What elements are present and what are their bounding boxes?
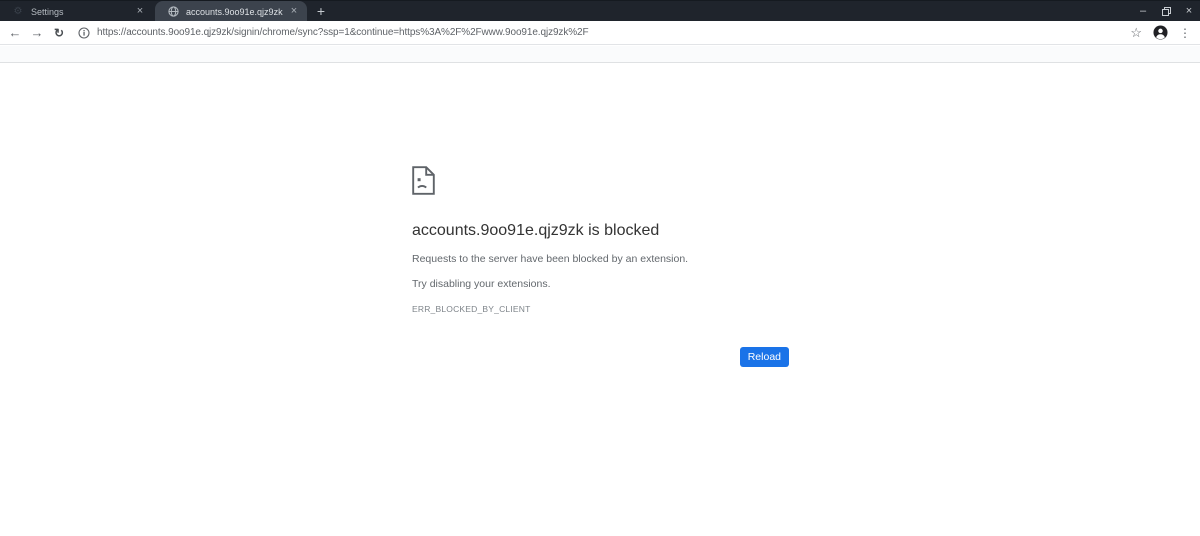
error-message: Requests to the server have been blocked… bbox=[412, 253, 689, 265]
toolbar-actions: ☆ ⋮ bbox=[1130, 25, 1191, 40]
reload-page-button[interactable]: Reload bbox=[739, 347, 789, 367]
address-bar[interactable]: https://accounts.9oo91e.qjz9zk/signin/ch… bbox=[97, 27, 1130, 38]
error-title: accounts.9oo91e.qjz9zk is blocked bbox=[412, 222, 660, 239]
toolbar: ← → ↻ https://accounts.9oo91e.qjz9zk/sig… bbox=[0, 21, 1200, 45]
tab-strip: ⚙ Settings × accounts.9oo91e.qjz9zk × + … bbox=[0, 0, 1200, 22]
error-content: accounts.9oo91e.qjz9zk is blocked Reques… bbox=[412, 166, 789, 367]
tab-accounts-label: accounts.9oo91e.qjz9zk bbox=[186, 6, 283, 17]
close-window-button[interactable]: × bbox=[1183, 6, 1195, 17]
globe-icon bbox=[167, 6, 179, 18]
back-button[interactable]: ← bbox=[8, 25, 22, 40]
sad-page-icon bbox=[412, 166, 435, 195]
tab-settings-label: Settings bbox=[31, 6, 64, 17]
bookmarks-strip bbox=[0, 46, 1200, 63]
button-row: Reload bbox=[412, 347, 789, 367]
bookmark-star-icon[interactable]: ☆ bbox=[1130, 25, 1142, 40]
reload-nav-button[interactable]: ↻ bbox=[52, 26, 66, 40]
error-suggestion: Try disabling your extensions. bbox=[412, 278, 551, 290]
page-info-icon[interactable] bbox=[78, 26, 90, 39]
new-tab-button[interactable]: + bbox=[311, 1, 331, 22]
tab-accounts[interactable]: accounts.9oo91e.qjz9zk × bbox=[155, 1, 307, 22]
tab-settings[interactable]: ⚙ Settings × bbox=[0, 1, 153, 22]
page-content: accounts.9oo91e.qjz9zk is blocked Reques… bbox=[0, 64, 1200, 536]
error-code: ERR_BLOCKED_BY_CLIENT bbox=[412, 304, 531, 314]
forward-button[interactable]: → bbox=[30, 25, 44, 40]
restore-button[interactable] bbox=[1160, 7, 1172, 16]
close-tab-icon[interactable]: × bbox=[134, 6, 146, 17]
window-controls: – × bbox=[1137, 1, 1195, 22]
close-tab-icon[interactable]: × bbox=[288, 6, 300, 17]
minimize-button[interactable]: – bbox=[1137, 6, 1149, 17]
profile-avatar[interactable] bbox=[1153, 25, 1168, 40]
gear-icon: ⚙ bbox=[13, 5, 23, 17]
more-menu-icon[interactable]: ⋮ bbox=[1179, 26, 1191, 40]
